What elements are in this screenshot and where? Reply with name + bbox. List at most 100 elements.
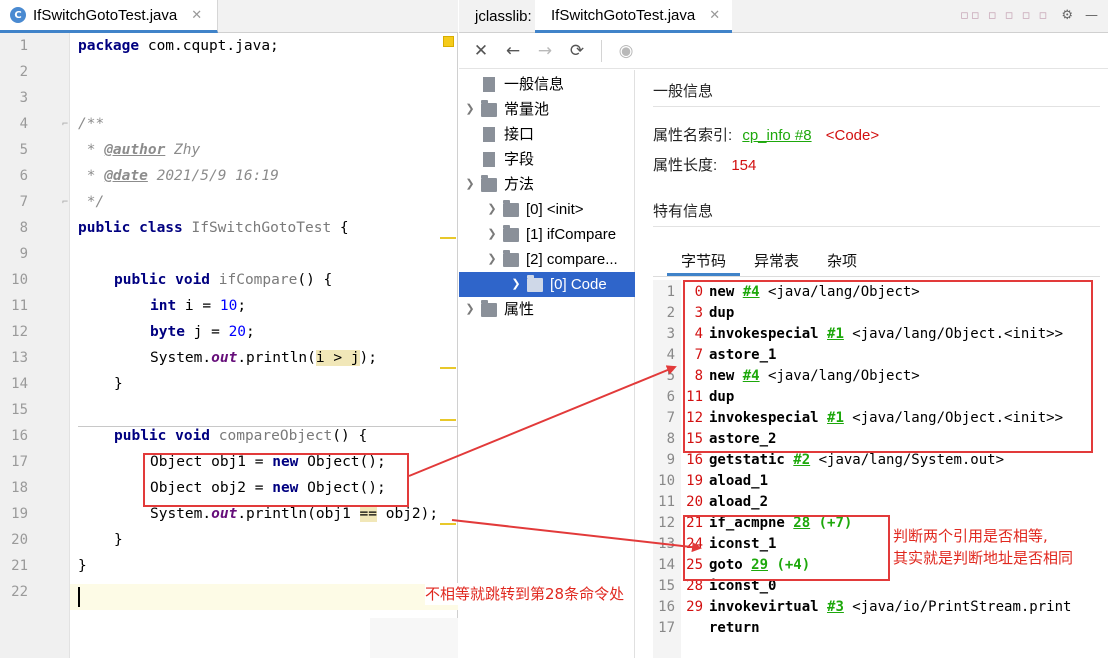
folder-icon <box>481 174 497 192</box>
chevron-right-icon[interactable]: ❯ <box>509 272 523 297</box>
bytecode-line-number: 7 <box>666 410 675 426</box>
tab-misc[interactable]: 杂项 <box>813 250 871 276</box>
refresh-icon[interactable]: ⟳ <box>565 39 589 63</box>
blurred-toolbar-icons: ▫▫ ▫ ▫ ▫ ▫ <box>959 8 1050 23</box>
code-line-21: } <box>78 558 87 574</box>
code-line-6: * @date 2021/5/9 16:19 <box>78 168 279 184</box>
tree-item-attributes[interactable]: ❯ 属性 <box>463 297 534 322</box>
line-number: 10 <box>11 272 28 288</box>
code-line-13: System.out.println(i > j); <box>150 350 378 366</box>
bytecode-line-number: 16 <box>658 599 675 615</box>
gear-icon[interactable]: ⚙ <box>1061 8 1073 23</box>
error-stripe-marker[interactable] <box>440 419 456 421</box>
tree-item-general[interactable]: 一般信息 <box>463 72 564 97</box>
bytecode-line-number: 5 <box>666 368 675 384</box>
line-number: 13 <box>11 350 28 366</box>
tree-item-method-ifcompare[interactable]: ❯ [1] ifCompare <box>485 222 616 247</box>
bytecode-opcode: return <box>709 620 760 636</box>
note-reference-compare: 判断两个引用是否相等, 其实就是判断地址是否相同 <box>893 525 1103 569</box>
tree-item-methods[interactable]: ❯ 方法 <box>463 172 534 197</box>
text-caret <box>78 587 80 607</box>
code-line-16: public void compareObject() { <box>114 428 368 444</box>
code-line-7: */ <box>78 194 105 210</box>
attribute-name-index-row: 属性名索引: cp_info #8 <Code> <box>653 127 880 144</box>
bytecode-line-number: 12 <box>658 515 675 531</box>
bytecode-operand-link[interactable]: #2 <box>793 452 810 468</box>
window-controls: ▫▫ ▫ ▫ ▫ ▫ ⚙ — <box>960 8 1098 23</box>
code-line-1: package com.cqupt.java; <box>78 38 279 54</box>
class-structure-tree[interactable]: 一般信息 ❯ 常量池 接口 字段 ❯ 方法 ❯ [0] <init> ❯ [1] ifC… <box>459 70 635 658</box>
bytecode-subtabs: 字节码 异常表 杂项 <box>667 250 871 276</box>
bytecode-opcode: aload_1 <box>709 473 769 489</box>
cp-info-link[interactable]: cp_info #8 <box>742 127 811 144</box>
line-number: 21 <box>11 558 28 574</box>
folder-icon <box>503 224 519 242</box>
chevron-down-icon[interactable]: ❯ <box>463 172 477 197</box>
fold-open-icon[interactable]: ⌐ <box>62 112 68 138</box>
line-number: 6 <box>19 168 28 184</box>
error-stripe-marker[interactable] <box>440 237 456 239</box>
folder-icon <box>527 274 543 292</box>
general-info-title: 一般信息 <box>653 83 714 100</box>
chevron-down-icon[interactable]: ❯ <box>485 247 499 272</box>
error-stripe-marker[interactable] <box>440 367 456 369</box>
line-number: 11 <box>11 298 28 314</box>
web-icon[interactable]: ◉ <box>614 39 638 63</box>
line-number: 18 <box>11 480 28 496</box>
jclasslib-tab-file[interactable]: IfSwitchGotoTest.java ✕ <box>535 0 733 33</box>
forward-arrow-icon[interactable]: → <box>533 39 557 63</box>
highlight-box-bytecode-compare <box>683 515 890 581</box>
bytecode-offset: 19 <box>686 473 703 489</box>
tree-item-method-compareobject[interactable]: ❯ [2] compare... <box>485 247 618 272</box>
tree-item-method-init[interactable]: ❯ [0] <init> <box>485 197 584 222</box>
bytecode-line-number: 2 <box>666 305 675 321</box>
line-number: 15 <box>11 402 28 418</box>
editor-tab-label: IfSwitchGotoTest.java <box>33 6 178 24</box>
line-number: 14 <box>11 376 28 392</box>
bytecode-row[interactable]: 16 29 invokevirtual #3 <java/io/PrintStrea… <box>653 597 1071 618</box>
bytecode-row[interactable]: 10 19 aload_1 <box>653 471 768 492</box>
chevron-right-icon[interactable]: ❯ <box>463 97 477 122</box>
code-line-8: public class IfSwitchGotoTest { <box>78 220 349 236</box>
line-number: 16 <box>11 428 28 444</box>
bytecode-offset: 20 <box>686 494 703 510</box>
bytecode-line-number: 4 <box>666 347 675 363</box>
tree-item-fields[interactable]: 字段 <box>463 147 534 172</box>
tree-item-code[interactable]: ❯ [0] Code <box>459 272 635 297</box>
bytecode-line-number: 13 <box>658 536 675 552</box>
bytecode-operand-link[interactable]: #3 <box>827 599 844 615</box>
chevron-right-icon[interactable]: ❯ <box>485 222 499 247</box>
tree-item-interfaces[interactable]: 接口 <box>463 122 534 147</box>
warning-icon[interactable] <box>443 36 454 47</box>
subtabs-underline <box>653 276 1100 277</box>
bytecode-line-number: 6 <box>666 389 675 405</box>
fold-close-icon[interactable]: ⌐ <box>62 190 68 216</box>
tab-exception-table[interactable]: 异常表 <box>740 250 813 276</box>
minimize-icon[interactable]: — <box>1085 8 1098 23</box>
highlight-box-bytecode-creation <box>683 280 1093 453</box>
note-jump-instruction: 不相等就跳转到第28条命令处 <box>425 583 625 605</box>
chevron-right-icon[interactable]: ❯ <box>485 197 499 222</box>
bytecode-row[interactable]: 11 20 aload_2 <box>653 492 768 513</box>
bytecode-line-number: 8 <box>666 431 675 447</box>
chevron-right-icon[interactable]: ❯ <box>463 297 477 322</box>
bytecode-row[interactable]: 17 return <box>653 618 760 639</box>
close-icon[interactable]: ✕ <box>469 39 493 63</box>
jclasslib-tab-label: IfSwitchGotoTest.java <box>551 6 696 24</box>
close-icon[interactable]: ✕ <box>709 7 720 23</box>
editor-tab-ifswitchgototest[interactable]: C IfSwitchGotoTest.java ✕ <box>0 0 218 33</box>
bytecode-line-number: 15 <box>658 578 675 594</box>
code-editor[interactable]: C IfSwitchGotoTest.java ✕ 1 2 3 4 5 6 7 8 9 10 11 1… <box>0 0 458 658</box>
code-line-14: } <box>114 376 123 392</box>
bytecode-line-number: 3 <box>666 326 675 342</box>
bytecode-line-number: 17 <box>658 620 675 636</box>
back-arrow-icon[interactable]: ← <box>501 39 525 63</box>
bytecode-row[interactable]: 9 16 getstatic #2 <java/lang/System.out> <box>653 450 1004 471</box>
close-icon[interactable]: ✕ <box>191 7 202 23</box>
line-number: 19 <box>11 506 28 522</box>
error-stripe-marker[interactable] <box>440 523 456 525</box>
line-number: 17 <box>11 454 28 470</box>
bytecode-opcode: getstatic <box>709 452 785 468</box>
tab-bytecode[interactable]: 字节码 <box>667 250 741 276</box>
tree-item-constant-pool[interactable]: ❯ 常量池 <box>463 97 549 122</box>
